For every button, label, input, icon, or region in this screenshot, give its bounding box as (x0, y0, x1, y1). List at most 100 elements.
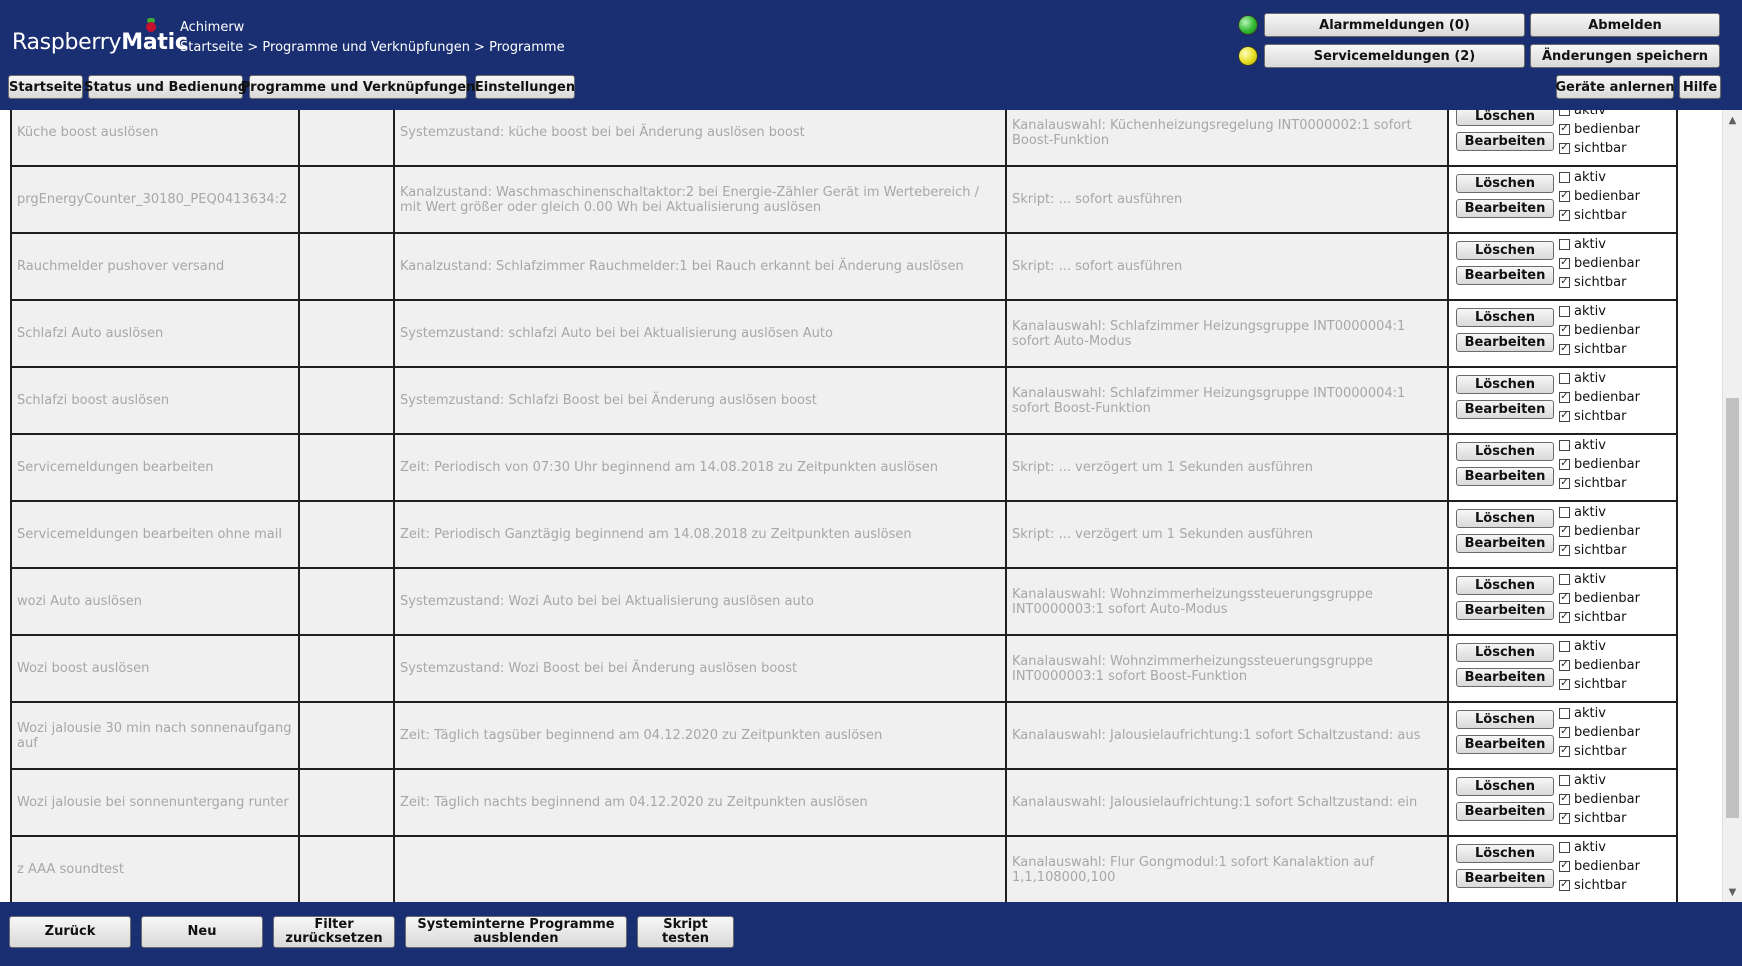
bedienbar-checkbox[interactable]: ✓ (1559, 860, 1570, 872)
option-bedienbar[interactable]: ✓ bedienbar (1559, 254, 1640, 272)
aktiv-checkbox[interactable] (1559, 238, 1570, 250)
delete-button[interactable]: Löschen (1456, 643, 1554, 662)
edit-button[interactable]: Bearbeiten (1456, 869, 1554, 888)
aktiv-checkbox[interactable] (1559, 707, 1570, 719)
edit-button[interactable]: Bearbeiten (1456, 333, 1554, 352)
option-sichtbar[interactable]: ✓ sichtbar (1559, 608, 1626, 626)
option-aktiv[interactable]: aktiv (1559, 704, 1606, 722)
delete-button[interactable]: Löschen (1456, 710, 1554, 729)
option-sichtbar[interactable]: ✓ sichtbar (1559, 742, 1626, 760)
sichtbar-checkbox[interactable]: ✓ (1559, 812, 1570, 824)
edit-button[interactable]: Bearbeiten (1456, 400, 1554, 419)
aktiv-checkbox[interactable] (1559, 506, 1570, 518)
option-aktiv[interactable]: aktiv (1559, 771, 1606, 789)
bedienbar-checkbox[interactable]: ✓ (1559, 391, 1570, 403)
sichtbar-checkbox[interactable]: ✓ (1559, 544, 1570, 556)
delete-button[interactable]: Löschen (1456, 509, 1554, 528)
aktiv-checkbox[interactable] (1559, 171, 1570, 183)
option-bedienbar[interactable]: ✓ bedienbar (1559, 522, 1640, 540)
alarm-messages-button[interactable]: Alarmmeldungen (0) (1264, 13, 1525, 37)
option-aktiv[interactable]: aktiv (1559, 369, 1606, 387)
help-button[interactable]: Hilfe (1679, 75, 1721, 99)
delete-button[interactable]: Löschen (1456, 174, 1554, 193)
option-bedienbar[interactable]: ✓ bedienbar (1559, 321, 1640, 339)
nav-status-control[interactable]: Status und Bedienung (84, 75, 247, 99)
scrollbar-thumb[interactable] (1726, 398, 1739, 818)
option-aktiv[interactable]: aktiv (1559, 436, 1606, 454)
delete-button[interactable]: Löschen (1456, 375, 1554, 394)
delete-button[interactable]: Löschen (1456, 241, 1554, 260)
aktiv-checkbox[interactable] (1559, 774, 1570, 786)
back-button[interactable]: Zurück (9, 916, 131, 948)
option-bedienbar[interactable]: ✓ bedienbar (1559, 723, 1640, 741)
bedienbar-checkbox[interactable]: ✓ (1559, 458, 1570, 470)
option-aktiv[interactable]: aktiv (1559, 302, 1606, 320)
sichtbar-checkbox[interactable]: ✓ (1559, 611, 1570, 623)
reset-filter-button[interactable]: Filter zurücksetzen (273, 916, 395, 948)
aktiv-checkbox[interactable] (1559, 439, 1570, 451)
sichtbar-checkbox[interactable]: ✓ (1559, 410, 1570, 422)
option-sichtbar[interactable]: ✓ sichtbar (1559, 675, 1626, 693)
bedienbar-checkbox[interactable]: ✓ (1559, 257, 1570, 269)
bedienbar-checkbox[interactable]: ✓ (1559, 525, 1570, 537)
bedienbar-checkbox[interactable]: ✓ (1559, 793, 1570, 805)
option-aktiv[interactable]: aktiv (1559, 235, 1606, 253)
edit-button[interactable]: Bearbeiten (1456, 735, 1554, 754)
option-sichtbar[interactable]: ✓ sichtbar (1559, 474, 1626, 492)
sichtbar-checkbox[interactable]: ✓ (1559, 343, 1570, 355)
delete-button[interactable]: Löschen (1456, 576, 1554, 595)
bedienbar-checkbox[interactable]: ✓ (1559, 726, 1570, 738)
scroll-up-icon[interactable]: ▲ (1723, 110, 1742, 130)
bedienbar-checkbox[interactable]: ✓ (1559, 324, 1570, 336)
edit-button[interactable]: Bearbeiten (1456, 199, 1554, 218)
aktiv-checkbox[interactable] (1559, 110, 1570, 116)
option-aktiv[interactable]: aktiv (1559, 168, 1606, 186)
edit-button[interactable]: Bearbeiten (1456, 601, 1554, 620)
aktiv-checkbox[interactable] (1559, 573, 1570, 585)
edit-button[interactable]: Bearbeiten (1456, 668, 1554, 687)
sichtbar-checkbox[interactable]: ✓ (1559, 477, 1570, 489)
edit-button[interactable]: Bearbeiten (1456, 802, 1554, 821)
nav-programs-links[interactable]: Programme und Verknüpfungen (241, 75, 475, 99)
option-bedienbar[interactable]: ✓ bedienbar (1559, 656, 1640, 674)
aktiv-checkbox[interactable] (1559, 305, 1570, 317)
edit-button[interactable]: Bearbeiten (1456, 467, 1554, 486)
option-sichtbar[interactable]: ✓ sichtbar (1559, 139, 1626, 157)
aktiv-checkbox[interactable] (1559, 841, 1570, 853)
sichtbar-checkbox[interactable]: ✓ (1559, 276, 1570, 288)
bedienbar-checkbox[interactable]: ✓ (1559, 659, 1570, 671)
option-bedienbar[interactable]: ✓ bedienbar (1559, 187, 1640, 205)
option-sichtbar[interactable]: ✓ sichtbar (1559, 876, 1626, 894)
option-sichtbar[interactable]: ✓ sichtbar (1559, 340, 1626, 358)
delete-button[interactable]: Löschen (1456, 844, 1554, 863)
test-script-button[interactable]: Skript testen (637, 916, 734, 948)
sichtbar-checkbox[interactable]: ✓ (1559, 745, 1570, 757)
nav-home[interactable]: Startseite (8, 75, 83, 99)
nav-settings[interactable]: Einstellungen (475, 75, 575, 99)
option-aktiv[interactable]: aktiv (1559, 570, 1606, 588)
option-aktiv[interactable]: aktiv (1559, 110, 1606, 119)
logout-button[interactable]: Abmelden (1530, 13, 1720, 37)
option-sichtbar[interactable]: ✓ sichtbar (1559, 809, 1626, 827)
option-bedienbar[interactable]: ✓ bedienbar (1559, 589, 1640, 607)
option-aktiv[interactable]: aktiv (1559, 838, 1606, 856)
delete-button[interactable]: Löschen (1456, 442, 1554, 461)
aktiv-checkbox[interactable] (1559, 640, 1570, 652)
option-bedienbar[interactable]: ✓ bedienbar (1559, 857, 1640, 875)
sichtbar-checkbox[interactable]: ✓ (1559, 209, 1570, 221)
hide-system-programs-button[interactable]: Systeminterne Programme ausblenden (405, 916, 627, 948)
option-bedienbar[interactable]: ✓ bedienbar (1559, 120, 1640, 138)
edit-button[interactable]: Bearbeiten (1456, 266, 1554, 285)
new-program-button[interactable]: Neu (141, 916, 263, 948)
option-sichtbar[interactable]: ✓ sichtbar (1559, 541, 1626, 559)
scroll-down-icon[interactable]: ▼ (1723, 882, 1742, 902)
bedienbar-checkbox[interactable]: ✓ (1559, 123, 1570, 135)
save-changes-button[interactable]: Änderungen speichern (1530, 44, 1720, 68)
option-sichtbar[interactable]: ✓ sichtbar (1559, 206, 1626, 224)
option-bedienbar[interactable]: ✓ bedienbar (1559, 455, 1640, 473)
delete-button[interactable]: Löschen (1456, 777, 1554, 796)
sichtbar-checkbox[interactable]: ✓ (1559, 879, 1570, 891)
edit-button[interactable]: Bearbeiten (1456, 132, 1554, 151)
service-messages-button[interactable]: Servicemeldungen (2) (1264, 44, 1525, 68)
option-bedienbar[interactable]: ✓ bedienbar (1559, 388, 1640, 406)
